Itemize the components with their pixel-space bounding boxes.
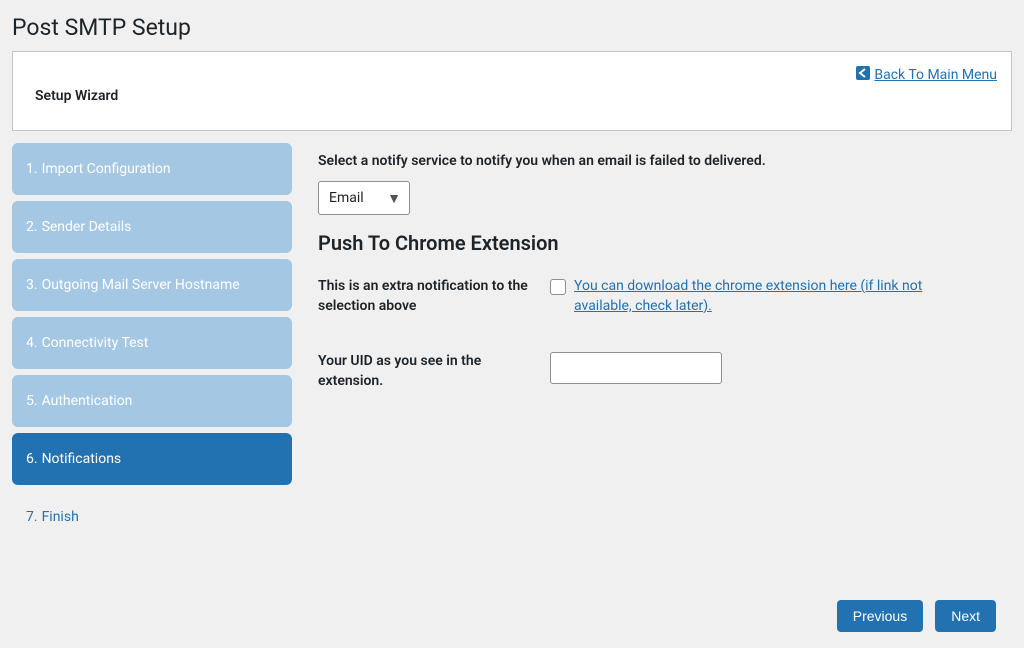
chrome-extension-download-link[interactable]: You can download the chrome extension he… — [574, 277, 982, 316]
page-title: Post SMTP Setup — [0, 0, 1024, 51]
back-to-main-menu-link[interactable]: Back To Main Menu — [856, 66, 997, 84]
back-arrow-icon — [856, 66, 870, 84]
chrome-extension-checkbox[interactable] — [550, 279, 566, 295]
step-finish[interactable]: 7. Finish — [12, 491, 292, 543]
next-button[interactable]: Next — [935, 600, 996, 632]
notify-service-select[interactable]: Email ▼ — [318, 181, 410, 215]
step-connectivity-test[interactable]: 4. Connectivity Test — [12, 317, 292, 369]
header-card: Back To Main Menu Setup Wizard — [12, 51, 1012, 131]
select-value: Email — [329, 190, 364, 206]
step-label: Authentication — [42, 393, 133, 409]
step-sender-details[interactable]: 2. Sender Details — [12, 201, 292, 253]
step-label: Notifications — [42, 451, 122, 467]
step-notifications[interactable]: 6. Notifications — [12, 433, 292, 485]
setup-wizard-label: Setup Wizard — [35, 88, 118, 104]
step-num: 6. — [26, 451, 38, 467]
section-heading: Push To Chrome Extension — [318, 231, 982, 255]
intro-text: Select a notify service to notify you wh… — [318, 153, 982, 169]
step-num: 5. — [26, 393, 38, 409]
wizard-content: Select a notify service to notify you wh… — [318, 143, 1012, 427]
step-authentication[interactable]: 5. Authentication — [12, 375, 292, 427]
wizard-steps: 1. Import Configuration 2. Sender Detail… — [12, 143, 292, 549]
step-num: 7. — [26, 509, 38, 525]
step-label: Connectivity Test — [42, 335, 149, 351]
step-num: 1. — [26, 161, 38, 177]
chevron-down-icon: ▼ — [387, 190, 401, 207]
uid-label: Your UID as you see in the extension. — [318, 352, 550, 391]
step-num: 3. — [26, 277, 38, 293]
step-label: Sender Details — [42, 219, 132, 235]
step-num: 4. — [26, 335, 38, 351]
extra-notification-label: This is an extra notification to the sel… — [318, 277, 550, 316]
step-label: Import Configuration — [42, 161, 171, 177]
step-num: 2. — [26, 219, 38, 235]
step-label: Finish — [42, 509, 79, 525]
uid-input[interactable] — [550, 352, 722, 384]
previous-button[interactable]: Previous — [837, 600, 923, 632]
step-import-configuration[interactable]: 1. Import Configuration — [12, 143, 292, 195]
wizard-nav-buttons: Previous Next — [837, 600, 996, 632]
step-outgoing-mail-server-hostname[interactable]: 3. Outgoing Mail Server Hostname — [12, 259, 292, 311]
step-label: Outgoing Mail Server Hostname — [42, 277, 240, 293]
back-link-text: Back To Main Menu — [874, 67, 997, 83]
